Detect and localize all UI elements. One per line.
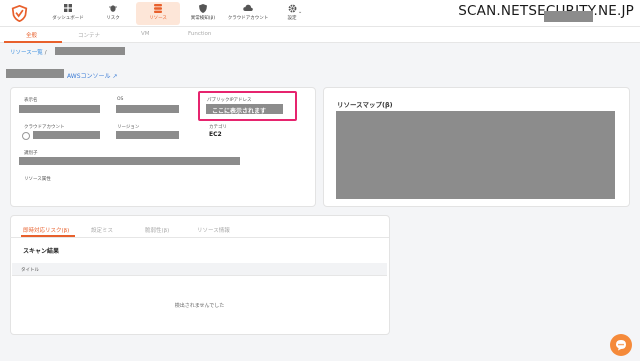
- tab-immediate-risk[interactable]: 即時対応リスク(β): [23, 226, 69, 234]
- redacted-os: [116, 105, 179, 113]
- tab-container[interactable]: コンテナ: [78, 31, 100, 39]
- resource-map-title: リソースマップ(β): [337, 101, 393, 109]
- resource-type-tabs: 全般 コンテナ VM Function: [0, 27, 640, 43]
- redacted-identifier: [19, 157, 240, 165]
- chat-support-button[interactable]: [610, 334, 632, 356]
- redacted-cloud-account: [33, 131, 100, 139]
- aws-account-icon: [22, 132, 30, 140]
- tab-general[interactable]: 全般: [26, 31, 37, 39]
- active-tab-indicator: [4, 41, 62, 43]
- aws-console-link[interactable]: AWSコンソール ↗: [67, 71, 117, 80]
- table-header: タイトル: [12, 263, 387, 276]
- shield-icon: [181, 4, 225, 15]
- gear-icon: [270, 4, 314, 15]
- nav-label: ダッシュボード: [52, 16, 84, 21]
- category-value: EC2: [209, 131, 222, 138]
- empty-state-message: 検出されませんでした: [174, 303, 225, 309]
- nav-label: リソース: [149, 16, 167, 21]
- tab-misconfiguration[interactable]: 設定ミス: [91, 226, 113, 234]
- nav-label: クラウドアカウント: [227, 16, 269, 21]
- label-identifier: 識別子: [24, 151, 38, 156]
- grid-icon: [46, 4, 90, 15]
- label-region: リージョン: [117, 125, 140, 130]
- app-logo-icon[interactable]: [11, 5, 28, 22]
- scan-results-title: スキャン結果: [23, 248, 60, 255]
- database-icon: [136, 4, 180, 15]
- label-display-name: 表示名: [24, 98, 38, 103]
- redacted-username: [544, 11, 593, 22]
- redacted-resource-name: [6, 69, 64, 78]
- tab-vulnerability[interactable]: 脆弱性(β): [145, 226, 169, 234]
- nav-item-settings[interactable]: 設定: [270, 2, 314, 25]
- nav-item-anomaly[interactable]: 異常検知(β): [181, 2, 225, 25]
- nav-item-risk[interactable]: リスク: [91, 2, 135, 25]
- external-link-icon: ↗: [112, 73, 118, 80]
- active-risk-tab-indicator: [21, 235, 75, 237]
- breadcrumb: リソース一覧 /: [10, 48, 49, 56]
- nav-item-dashboard[interactable]: ダッシュボード: [46, 2, 90, 25]
- nav-label: 設定: [287, 16, 297, 21]
- breadcrumb-separator: /: [44, 50, 47, 56]
- cloud-icon: [226, 4, 270, 15]
- tab-function[interactable]: Function: [188, 31, 211, 37]
- tab-divider: [10, 237, 389, 238]
- nav-label: 異常検知(β): [190, 16, 216, 21]
- tab-vm[interactable]: VM: [141, 31, 150, 37]
- bug-icon: [91, 4, 135, 15]
- redacted-display-name: [19, 105, 100, 113]
- chevron-down-icon[interactable]: ⌄: [298, 9, 302, 15]
- public-ip-highlight-box: [198, 91, 297, 121]
- label-resource-attributes: リソース属性: [24, 177, 51, 182]
- nav-item-resources[interactable]: リソース: [136, 2, 180, 25]
- aws-console-label: AWSコンソール: [67, 73, 111, 80]
- redacted-resource-id: [55, 47, 125, 55]
- top-nav: ダッシュボード リスク リソース 異常検知(β) クラウドアカウント 設定 ⌄ …: [0, 0, 640, 27]
- nav-item-cloud-account[interactable]: クラウドアカウント: [226, 2, 270, 25]
- redacted-region: [116, 131, 179, 139]
- redacted-resource-map: [336, 111, 615, 199]
- label-os: OS: [117, 97, 124, 102]
- tab-resource-info[interactable]: リソース情報: [197, 226, 230, 234]
- nav-label: リスク: [106, 16, 120, 21]
- label-category: カテゴリ: [209, 125, 227, 130]
- chat-icon: [616, 340, 626, 351]
- label-cloud-account: クラウドアカウント: [24, 125, 65, 130]
- breadcrumb-resource-list[interactable]: リソース一覧: [10, 50, 43, 56]
- column-title[interactable]: タイトル: [21, 267, 39, 273]
